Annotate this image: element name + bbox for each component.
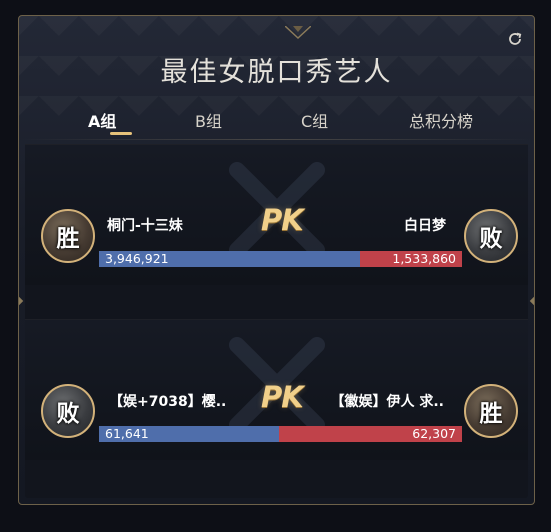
lose-badge: 败 [41, 384, 95, 438]
refresh-icon[interactable] [504, 28, 526, 50]
right-vote-count: 1,533,860 [392, 251, 456, 266]
ranking-panel: 最佳女脱口秀艺人 A组 B组 C组 总积分榜 胜 桐门-十三妹 PK 白日梦 败… [18, 15, 535, 505]
pk-label: PK [261, 380, 304, 414]
group-tabs: A组 B组 C组 总积分榜 [19, 108, 534, 135]
top-notch-ornament [285, 26, 311, 40]
active-tab-indicator [110, 132, 132, 135]
win-badge: 胜 [464, 384, 518, 438]
left-vote-count: 3,946,921 [105, 251, 169, 266]
tab-total-ranking[interactable]: 总积分榜 [409, 108, 473, 132]
matchup-list: 胜 桐门-十三妹 PK 白日梦 败 3,946,921 1,533,860 败 … [25, 144, 528, 498]
tab-divider [19, 139, 534, 140]
panel-title: 最佳女脱口秀艺人 [160, 57, 393, 88]
lose-badge: 败 [464, 209, 518, 263]
side-ornament [529, 296, 534, 306]
matchup-card[interactable]: 胜 桐门-十三妹 PK 白日梦 败 3,946,921 1,533,860 [25, 144, 528, 285]
pk-label: PK [261, 203, 304, 237]
left-contestant-name: 桐门-十三妹 [107, 218, 183, 234]
side-ornament [19, 296, 24, 306]
tab-group-b[interactable]: B组 [195, 108, 222, 132]
tab-group-a[interactable]: A组 [88, 108, 116, 132]
right-vote-count: 62,307 [412, 426, 456, 441]
left-contestant-name: 【娱+7038】樱.. [109, 394, 227, 410]
left-vote-count: 61,641 [105, 426, 149, 441]
right-contestant-name: 白日梦 [404, 218, 446, 234]
tab-group-c[interactable]: C组 [301, 108, 328, 132]
vote-bar: 61,641 62,307 [99, 426, 462, 442]
win-badge: 胜 [41, 209, 95, 263]
vote-bar: 3,946,921 1,533,860 [99, 251, 462, 267]
right-contestant-name: 【徽娱】伊人 求.. [330, 394, 444, 410]
matchup-card[interactable]: 败 【娱+7038】樱.. PK 【徽娱】伊人 求.. 胜 61,641 62,… [25, 319, 528, 460]
